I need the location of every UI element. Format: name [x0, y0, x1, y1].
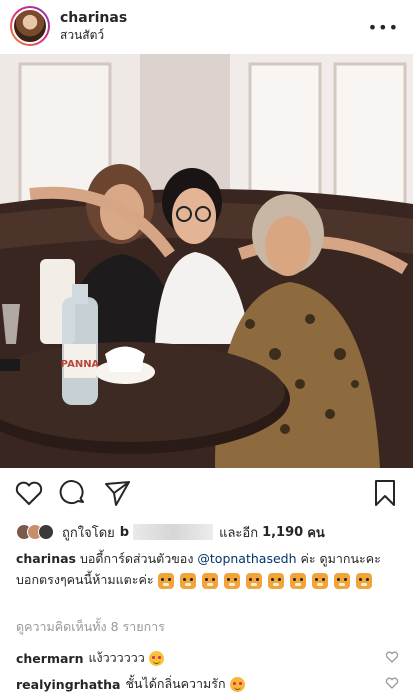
blurred-liker-name [133, 524, 214, 540]
post-photo[interactable]: PANNA [0, 54, 413, 468]
tiger-emoji-icon [289, 572, 306, 589]
tiger-emoji-icon [311, 572, 328, 589]
tiger-emoji-icon [333, 572, 350, 589]
bottle-label: PANNA [61, 359, 100, 370]
comment-text: แง้วววววว [88, 650, 145, 665]
action-bar [0, 478, 413, 512]
bookmark-icon[interactable] [370, 478, 400, 508]
caption-text-before: บอดี้การ์ดส่วนตัวของ [79, 551, 194, 566]
tiger-emoji-icon [245, 572, 262, 589]
photo-illustration: PANNA [0, 54, 413, 468]
tiger-emoji-icon [157, 572, 174, 589]
post-caption: charinas บอดี้การ์ดส่วนตัวของ @topnathas… [16, 548, 401, 590]
liker-avatar [38, 524, 54, 540]
heart-eyes-emoji-icon [148, 650, 164, 666]
comment-like-heart-icon[interactable] [385, 650, 399, 664]
header-text: charinas สวนสัตว์ [60, 9, 127, 43]
comment-like-heart-icon[interactable] [385, 676, 399, 690]
more-options-button[interactable]: ••• [368, 18, 399, 37]
caption-username[interactable]: charinas [16, 551, 76, 566]
avatar[interactable] [10, 6, 50, 46]
comment-text: ชั้นได้กลิ่นความรัก [125, 676, 226, 691]
tiger-emoji-icon [267, 572, 284, 589]
tiger-emoji-icon [201, 572, 218, 589]
likes-row[interactable]: ถูกใจโดย b และอีก 1,190 คน [16, 521, 325, 543]
view-all-comments-link[interactable]: ดูความคิดเห็นทั้ง 8 รายการ [16, 617, 165, 637]
likes-unit: คน [307, 525, 325, 541]
post-username[interactable]: charinas [60, 9, 127, 27]
likes-prefix: ถูกใจโดย [62, 525, 115, 541]
heart-icon[interactable] [14, 478, 44, 508]
likes-count[interactable]: 1,190 [262, 525, 303, 540]
tiger-emoji-icon [355, 572, 372, 589]
likes-suffix: และอีก [219, 525, 259, 541]
comment-icon[interactable] [58, 478, 88, 508]
comment-username[interactable]: realyingrhatha [16, 677, 120, 692]
comment-username[interactable]: chermarn [16, 651, 83, 666]
share-icon[interactable] [102, 478, 132, 508]
smirk-emoji-icon [229, 676, 245, 692]
tiger-emoji-group [157, 572, 372, 589]
comment-row: realyingrhatha ชั้นได้กลิ่นความรัก [16, 674, 401, 694]
liker-avatars [16, 524, 54, 540]
avatar-image [12, 8, 48, 44]
caption-mention[interactable]: @topnathasedh [197, 551, 296, 566]
post-location[interactable]: สวนสัตว์ [60, 27, 127, 43]
comment-row: chermarn แง้วววววว [16, 648, 401, 668]
liker-name-initial[interactable]: b [120, 525, 129, 540]
tiger-emoji-icon [179, 572, 196, 589]
tiger-emoji-icon [223, 572, 240, 589]
post-header: charinas สวนสัตว์ ••• [0, 0, 413, 52]
